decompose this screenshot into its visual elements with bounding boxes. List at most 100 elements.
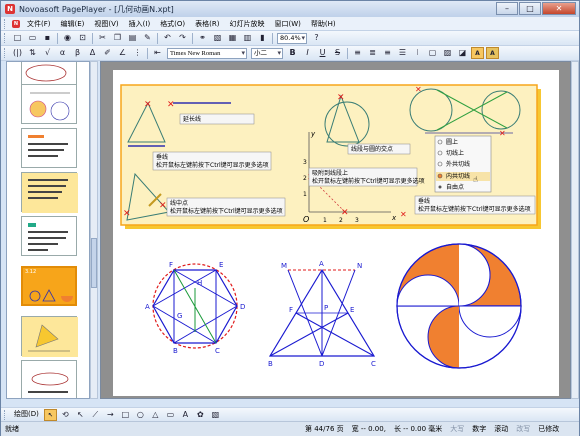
image-icon[interactable]: ▧ bbox=[211, 32, 224, 44]
slide-thumbnail[interactable] bbox=[21, 316, 78, 357]
doc-icon: N bbox=[12, 19, 20, 28]
italic-button[interactable]: I bbox=[301, 47, 314, 59]
tooltip-circle: 线段与圆的交点 bbox=[351, 145, 393, 153]
select-icon[interactable]: ↖ bbox=[43, 408, 57, 421]
cut-icon[interactable]: ✂ bbox=[96, 32, 109, 44]
slide-thumbnail-selected[interactable]: 3.12 bbox=[21, 266, 77, 306]
preview-icon[interactable]: ⊡ bbox=[76, 32, 89, 44]
cursor-icon[interactable]: ↖ bbox=[74, 409, 87, 421]
align-left-icon[interactable]: ≡ bbox=[351, 47, 364, 59]
numbered-list-icon[interactable]: ⁝ bbox=[411, 47, 424, 59]
slide-thumbnail[interactable] bbox=[21, 128, 77, 168]
slide-canvas[interactable]: ✕ ✕ 延长线 垂线 松开鼠标左键前按下Ctrl键可显示更多选项 ✕ ✕ 线中点… bbox=[113, 70, 559, 396]
textbox-icon[interactable]: ▭ bbox=[164, 409, 177, 421]
indent-icon[interactable]: ⇤ bbox=[151, 47, 164, 59]
play-icon[interactable]: ◉ bbox=[61, 32, 74, 44]
format-toolbar: (|) ⇅ √ α β Δ ✐ ∠ ⋮ ⇤ Times New Roman 小二… bbox=[1, 46, 579, 61]
open-icon[interactable]: ▭ bbox=[26, 32, 39, 44]
title-bar: N Novoasoft PagePlayer - [几何动画N.xpt] – □… bbox=[1, 1, 579, 17]
bracket-icon[interactable]: (|) bbox=[11, 47, 24, 59]
alpha-icon[interactable]: α bbox=[56, 47, 69, 59]
table-icon[interactable]: ▥ bbox=[241, 32, 254, 44]
menu-window[interactable]: 窗口(W) bbox=[270, 19, 306, 29]
undo-icon[interactable]: ↶ bbox=[161, 32, 174, 44]
menu-format[interactable]: 格式(O) bbox=[155, 19, 190, 29]
x-axis-label: x bbox=[391, 214, 397, 222]
hexagon-label: F bbox=[169, 261, 173, 269]
hexagon-label: B bbox=[173, 347, 178, 355]
underline-button[interactable]: U bbox=[316, 47, 329, 59]
font-select[interactable]: Times New Roman bbox=[167, 47, 247, 59]
angle-icon[interactable]: ∠ bbox=[116, 47, 129, 59]
x-marker: ✕ bbox=[499, 129, 506, 138]
pen-icon[interactable]: ✐ bbox=[101, 47, 114, 59]
font-size-select[interactable]: 小二 bbox=[251, 47, 283, 59]
slide-thumbnail[interactable] bbox=[21, 360, 77, 398]
align-right-icon[interactable]: ≡ bbox=[381, 47, 394, 59]
menu-view[interactable]: 视图(V) bbox=[89, 19, 123, 29]
close-button[interactable]: ✕ bbox=[542, 2, 576, 15]
list-icon[interactable]: ☰ bbox=[396, 47, 409, 59]
menu-insert[interactable]: 插入(I) bbox=[124, 19, 156, 29]
arrow-icon[interactable]: → bbox=[104, 409, 117, 421]
menu-table[interactable]: 表格(R) bbox=[190, 19, 224, 29]
drawbar-label[interactable]: 绘图(D) bbox=[10, 408, 43, 421]
text-color-button[interactable]: A bbox=[486, 47, 499, 59]
hexagon-label: C bbox=[215, 347, 220, 355]
highlight-button[interactable]: A bbox=[471, 47, 484, 59]
slide-thumbnail[interactable] bbox=[21, 84, 77, 124]
slide-thumbnail[interactable] bbox=[21, 172, 78, 213]
triangle-label: M bbox=[281, 262, 287, 270]
grid-icon[interactable]: ▦ bbox=[226, 32, 239, 44]
copy-icon[interactable]: ❐ bbox=[111, 32, 124, 44]
line-icon[interactable]: ⟋ bbox=[89, 409, 102, 421]
context-menu-item: 切线上 bbox=[446, 149, 464, 157]
equation-icon[interactable]: √ bbox=[41, 47, 54, 59]
hexagon-label: H bbox=[197, 279, 202, 287]
thumbnail-scrollbar[interactable] bbox=[90, 61, 98, 399]
triangle-label: B bbox=[268, 360, 273, 368]
bold-button[interactable]: B bbox=[286, 47, 299, 59]
x-tick: 3 bbox=[355, 217, 359, 224]
free-rotate-icon[interactable]: ⟲ bbox=[59, 409, 72, 421]
status-height: 长 -- 0.00 毫米 bbox=[393, 424, 443, 433]
reorder-icon[interactable]: ⇅ bbox=[26, 47, 39, 59]
save-icon[interactable]: ▪ bbox=[41, 32, 54, 44]
color-icon[interactable]: ▨ bbox=[441, 47, 454, 59]
menu-edit[interactable]: 编辑(E) bbox=[56, 19, 90, 29]
status-width: 宽 -- 0.00, bbox=[351, 424, 386, 433]
help-icon[interactable]: ? bbox=[310, 32, 323, 44]
new-icon[interactable]: □ bbox=[11, 32, 24, 44]
x-tick: 2 bbox=[339, 217, 343, 224]
paste-icon[interactable]: ▤ bbox=[126, 32, 139, 44]
picture-icon[interactable]: ▧ bbox=[209, 409, 222, 421]
maximize-button[interactable]: □ bbox=[519, 2, 541, 15]
dots-icon[interactable]: ⋮ bbox=[131, 47, 144, 59]
delta-icon[interactable]: Δ bbox=[86, 47, 99, 59]
zoom-select[interactable]: 80.4% bbox=[277, 32, 307, 44]
strike-button[interactable]: S bbox=[331, 47, 344, 59]
align-center-icon[interactable]: ≣ bbox=[366, 47, 379, 59]
x-marker: ✕ bbox=[167, 100, 175, 110]
wordart-icon[interactable]: A bbox=[179, 409, 192, 421]
redo-icon[interactable]: ↷ bbox=[176, 32, 189, 44]
shadow-icon[interactable]: ◪ bbox=[456, 47, 469, 59]
menu-slideshow[interactable]: 幻灯片放映 bbox=[225, 19, 270, 29]
context-menu-item: 外共切线 bbox=[446, 160, 470, 168]
format-painter-icon[interactable]: ✎ bbox=[141, 32, 154, 44]
beta-icon[interactable]: β bbox=[71, 47, 84, 59]
tooltip-online-hint: 松开鼠标左键前按下Ctrl键可显示更多选项 bbox=[312, 177, 425, 185]
link-icon[interactable]: ⚭ bbox=[196, 32, 209, 44]
chart-icon[interactable]: ▮ bbox=[256, 32, 269, 44]
border-icon[interactable]: ▢ bbox=[426, 47, 439, 59]
canvas-scrollbar[interactable] bbox=[571, 61, 579, 399]
slide-thumbnail[interactable] bbox=[21, 216, 77, 256]
triangle-icon[interactable]: △ bbox=[149, 409, 162, 421]
menu-file[interactable]: 文件(F) bbox=[22, 19, 56, 29]
tooltip-midpoint: 线中点 bbox=[170, 199, 188, 207]
rect-icon[interactable]: □ bbox=[119, 409, 132, 421]
clipart-icon[interactable]: ✿ bbox=[194, 409, 207, 421]
ellipse-icon[interactable]: ○ bbox=[134, 409, 147, 421]
menu-help[interactable]: 帮助(H) bbox=[306, 19, 341, 29]
minimize-button[interactable]: – bbox=[496, 2, 518, 15]
